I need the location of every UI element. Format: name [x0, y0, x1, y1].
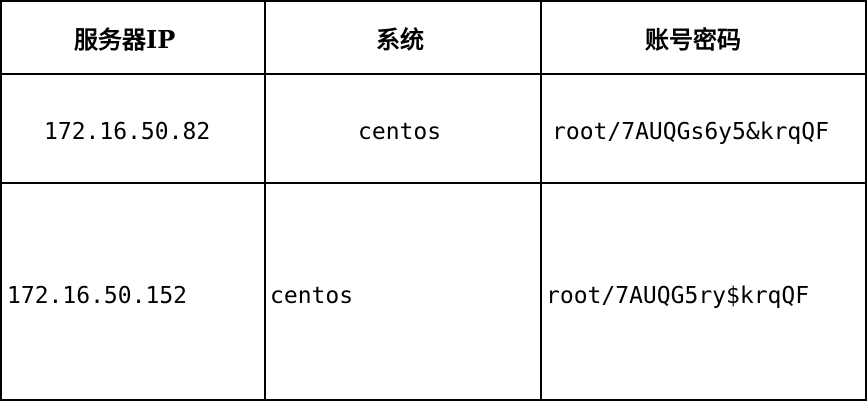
table-row-1-os: centos	[358, 119, 442, 145]
table-border-row1-bottom	[0, 182, 867, 184]
column-header-system: 系统	[376, 25, 424, 54]
table-row-1-ip: 172.16.50.82	[44, 119, 211, 145]
table-column-divider-2	[540, 0, 542, 401]
table-border-top	[0, 0, 867, 2]
table-border-header-bottom	[0, 73, 867, 75]
table-row-2-credentials: root/7AUQG5ry$krqQF	[546, 283, 810, 309]
server-credentials-table: 服务器IP 系统 账号密码 172.16.50.82 centos root/7…	[0, 0, 867, 401]
table-column-divider-1	[264, 0, 266, 401]
table-row-2-ip: 172.16.50.152	[7, 283, 188, 309]
table-border-left	[0, 0, 2, 401]
table-row-1-credentials: root/7AUQGs6y5&krqQF	[552, 119, 829, 145]
column-header-server-ip: 服务器IP	[74, 25, 176, 54]
column-header-credentials: 账号密码	[645, 25, 741, 54]
table-row-2-os: centos	[270, 283, 354, 309]
